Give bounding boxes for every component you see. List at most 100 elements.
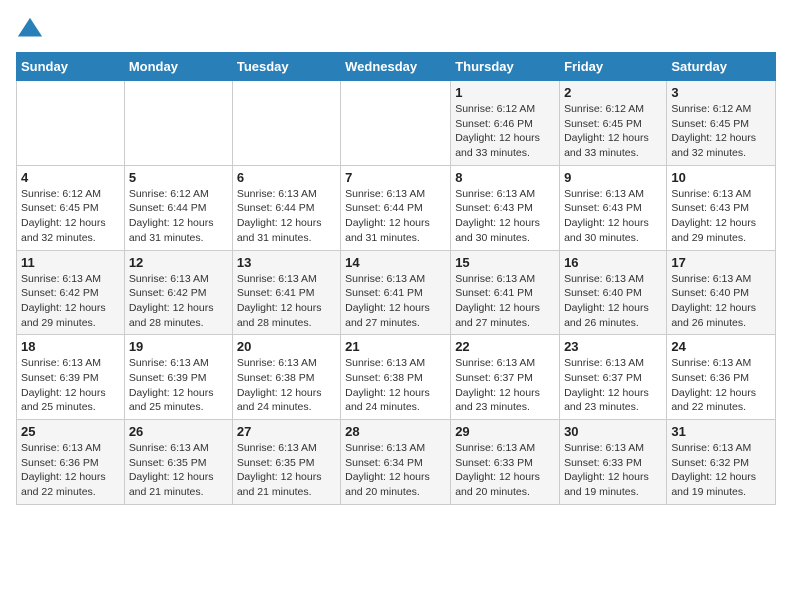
day-number: 7 <box>345 170 446 185</box>
day-number: 21 <box>345 339 446 354</box>
day-number: 24 <box>671 339 771 354</box>
day-number: 22 <box>455 339 555 354</box>
day-details: Sunrise: 6:12 AM Sunset: 6:45 PM Dayligh… <box>21 187 120 246</box>
calendar-cell <box>341 81 451 166</box>
calendar-cell <box>232 81 340 166</box>
calendar-cell: 30 Sunrise: 6:13 AM Sunset: 6:33 PM Dayli… <box>560 420 667 505</box>
day-details: Sunrise: 6:13 AM Sunset: 6:37 PM Dayligh… <box>455 356 555 415</box>
day-details: Sunrise: 6:13 AM Sunset: 6:44 PM Dayligh… <box>345 187 446 246</box>
day-details: Sunrise: 6:13 AM Sunset: 6:43 PM Dayligh… <box>564 187 662 246</box>
calendar-cell: 21 Sunrise: 6:13 AM Sunset: 6:38 PM Dayli… <box>341 335 451 420</box>
calendar-body: 1 Sunrise: 6:12 AM Sunset: 6:46 PM Daylig… <box>17 81 776 505</box>
page-header <box>16 16 776 44</box>
header-day: Thursday <box>451 53 560 81</box>
day-number: 31 <box>671 424 771 439</box>
calendar-cell: 26 Sunrise: 6:13 AM Sunset: 6:35 PM Dayli… <box>124 420 232 505</box>
calendar-cell: 19 Sunrise: 6:13 AM Sunset: 6:39 PM Dayli… <box>124 335 232 420</box>
day-details: Sunrise: 6:13 AM Sunset: 6:36 PM Dayligh… <box>671 356 771 415</box>
day-details: Sunrise: 6:13 AM Sunset: 6:42 PM Dayligh… <box>129 272 228 331</box>
day-number: 8 <box>455 170 555 185</box>
day-details: Sunrise: 6:13 AM Sunset: 6:35 PM Dayligh… <box>129 441 228 500</box>
calendar-cell: 12 Sunrise: 6:13 AM Sunset: 6:42 PM Dayli… <box>124 250 232 335</box>
calendar-cell: 29 Sunrise: 6:13 AM Sunset: 6:33 PM Dayli… <box>451 420 560 505</box>
day-details: Sunrise: 6:13 AM Sunset: 6:44 PM Dayligh… <box>237 187 336 246</box>
calendar-header: SundayMondayTuesdayWednesdayThursdayFrid… <box>17 53 776 81</box>
header-day: Saturday <box>667 53 776 81</box>
logo-icon <box>16 16 44 44</box>
day-number: 29 <box>455 424 555 439</box>
day-details: Sunrise: 6:13 AM Sunset: 6:33 PM Dayligh… <box>564 441 662 500</box>
calendar-cell: 15Sunrise: 6:13 AM Sunset: 6:41 PM Dayli… <box>451 250 560 335</box>
day-number: 2 <box>564 85 662 100</box>
calendar-cell: 25 Sunrise: 6:13 AM Sunset: 6:36 PM Dayli… <box>17 420 125 505</box>
day-number: 3 <box>671 85 771 100</box>
day-details: Sunrise: 6:13 AM Sunset: 6:35 PM Dayligh… <box>237 441 336 500</box>
day-number: 20 <box>237 339 336 354</box>
day-number: 14 <box>345 255 446 270</box>
calendar-cell <box>124 81 232 166</box>
header-row: SundayMondayTuesdayWednesdayThursdayFrid… <box>17 53 776 81</box>
day-number: 11 <box>21 255 120 270</box>
day-details: Sunrise: 6:13 AM Sunset: 6:43 PM Dayligh… <box>455 187 555 246</box>
day-details: Sunrise: 6:13 AM Sunset: 6:40 PM Dayligh… <box>671 272 771 331</box>
day-details: Sunrise: 6:13 AM Sunset: 6:40 PM Dayligh… <box>564 272 662 331</box>
calendar-week: 11 Sunrise: 6:13 AM Sunset: 6:42 PM Dayli… <box>17 250 776 335</box>
calendar-week: 1 Sunrise: 6:12 AM Sunset: 6:46 PM Daylig… <box>17 81 776 166</box>
day-number: 25 <box>21 424 120 439</box>
day-number: 9 <box>564 170 662 185</box>
day-details: Sunrise: 6:12 AM Sunset: 6:45 PM Dayligh… <box>564 102 662 161</box>
calendar-cell: 4 Sunrise: 6:12 AM Sunset: 6:45 PM Daylig… <box>17 165 125 250</box>
calendar-cell: 7 Sunrise: 6:13 AM Sunset: 6:44 PM Daylig… <box>341 165 451 250</box>
day-details: Sunrise: 6:13 AM Sunset: 6:39 PM Dayligh… <box>21 356 120 415</box>
calendar-cell: 23Sunrise: 6:13 AM Sunset: 6:37 PM Dayli… <box>560 335 667 420</box>
calendar-week: 18 Sunrise: 6:13 AM Sunset: 6:39 PM Dayli… <box>17 335 776 420</box>
header-day: Wednesday <box>341 53 451 81</box>
day-number: 13 <box>237 255 336 270</box>
calendar-cell: 2 Sunrise: 6:12 AM Sunset: 6:45 PM Daylig… <box>560 81 667 166</box>
day-number: 10 <box>671 170 771 185</box>
calendar-cell: 13 Sunrise: 6:13 AM Sunset: 6:41 PM Dayli… <box>232 250 340 335</box>
calendar-cell: 31 Sunrise: 6:13 AM Sunset: 6:32 PM Dayli… <box>667 420 776 505</box>
day-details: Sunrise: 6:12 AM Sunset: 6:45 PM Dayligh… <box>671 102 771 161</box>
calendar-cell: 6Sunrise: 6:13 AM Sunset: 6:44 PM Daylig… <box>232 165 340 250</box>
day-details: Sunrise: 6:13 AM Sunset: 6:36 PM Dayligh… <box>21 441 120 500</box>
day-details: Sunrise: 6:12 AM Sunset: 6:46 PM Dayligh… <box>455 102 555 161</box>
day-number: 16 <box>564 255 662 270</box>
header-day: Monday <box>124 53 232 81</box>
day-number: 30 <box>564 424 662 439</box>
day-details: Sunrise: 6:13 AM Sunset: 6:32 PM Dayligh… <box>671 441 771 500</box>
calendar-cell: 22 Sunrise: 6:13 AM Sunset: 6:37 PM Dayli… <box>451 335 560 420</box>
day-number: 17 <box>671 255 771 270</box>
day-details: Sunrise: 6:13 AM Sunset: 6:37 PM Dayligh… <box>564 356 662 415</box>
day-number: 19 <box>129 339 228 354</box>
calendar-cell: 11Sunrise: 6:13 AM Sunset: 6:42 PM Dayli… <box>17 250 125 335</box>
day-details: Sunrise: 6:13 AM Sunset: 6:43 PM Dayligh… <box>671 187 771 246</box>
calendar-week: 4 Sunrise: 6:12 AM Sunset: 6:45 PM Daylig… <box>17 165 776 250</box>
calendar-cell: 10 Sunrise: 6:13 AM Sunset: 6:43 PM Dayli… <box>667 165 776 250</box>
calendar-cell <box>17 81 125 166</box>
header-day: Sunday <box>17 53 125 81</box>
day-details: Sunrise: 6:13 AM Sunset: 6:38 PM Dayligh… <box>345 356 446 415</box>
day-number: 4 <box>21 170 120 185</box>
day-number: 1 <box>455 85 555 100</box>
calendar-cell: 1 Sunrise: 6:12 AM Sunset: 6:46 PM Daylig… <box>451 81 560 166</box>
day-details: Sunrise: 6:13 AM Sunset: 6:39 PM Dayligh… <box>129 356 228 415</box>
day-details: Sunrise: 6:13 AM Sunset: 6:33 PM Dayligh… <box>455 441 555 500</box>
calendar-cell: 16 Sunrise: 6:13 AM Sunset: 6:40 PM Dayli… <box>560 250 667 335</box>
day-details: Sunrise: 6:13 AM Sunset: 6:41 PM Dayligh… <box>237 272 336 331</box>
header-day: Friday <box>560 53 667 81</box>
day-details: Sunrise: 6:13 AM Sunset: 6:41 PM Dayligh… <box>345 272 446 331</box>
day-number: 26 <box>129 424 228 439</box>
day-details: Sunrise: 6:13 AM Sunset: 6:38 PM Dayligh… <box>237 356 336 415</box>
logo <box>16 16 48 44</box>
day-details: Sunrise: 6:13 AM Sunset: 6:34 PM Dayligh… <box>345 441 446 500</box>
day-details: Sunrise: 6:13 AM Sunset: 6:41 PM Dayligh… <box>455 272 555 331</box>
calendar-cell: 5Sunrise: 6:12 AM Sunset: 6:44 PM Daylig… <box>124 165 232 250</box>
calendar-cell: 17 Sunrise: 6:13 AM Sunset: 6:40 PM Dayli… <box>667 250 776 335</box>
day-number: 27 <box>237 424 336 439</box>
day-number: 18 <box>21 339 120 354</box>
calendar-cell: 24 Sunrise: 6:13 AM Sunset: 6:36 PM Dayli… <box>667 335 776 420</box>
day-number: 12 <box>129 255 228 270</box>
day-number: 5 <box>129 170 228 185</box>
calendar-cell: 27 Sunrise: 6:13 AM Sunset: 6:35 PM Dayli… <box>232 420 340 505</box>
